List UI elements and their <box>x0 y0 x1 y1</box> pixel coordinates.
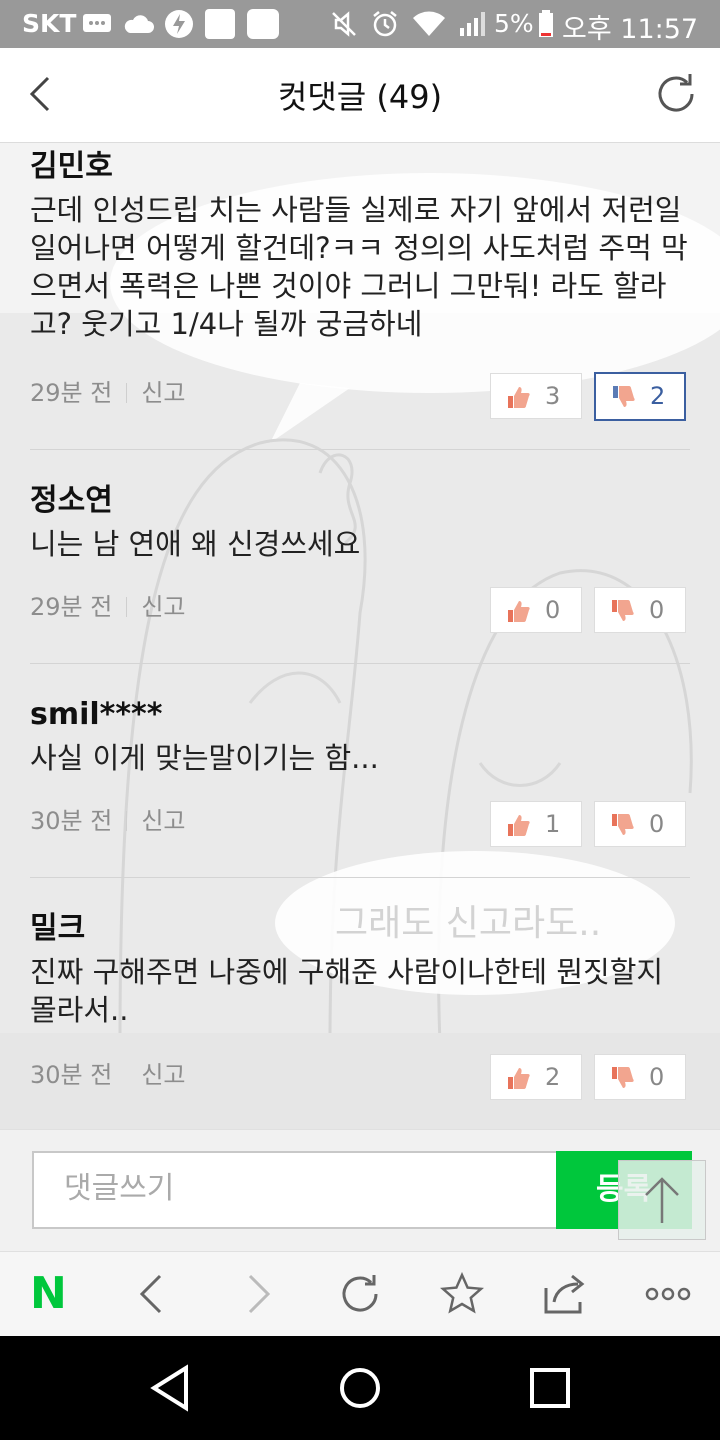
back-icon[interactable] <box>130 1272 174 1316</box>
comment-text: 근데 인성드립 치는 사람들 실제로 자기 앞에서 저런일 일어나면 어떻게 할… <box>30 193 688 341</box>
comment-text: 진짜 구해주면 나중에 구해준 사람이나한테 뭔짓할지 몰라서.. <box>30 955 664 1027</box>
comment-time: 29분 전 <box>30 593 113 621</box>
divider <box>30 663 690 664</box>
system-nav-bar <box>0 1336 720 1440</box>
cloud-icon <box>124 15 154 33</box>
comment-author: smil**** <box>30 697 163 732</box>
comment-author: 정소연 <box>30 483 113 518</box>
nav-home-icon[interactable] <box>334 1362 386 1414</box>
dislike-button[interactable]: 2 <box>594 372 686 421</box>
thumbs-up-icon <box>508 387 530 408</box>
comment-meta: 29분 전 신고 <box>30 373 186 408</box>
thumbs-up-icon <box>508 601 530 622</box>
thumbs-up-icon <box>508 1068 530 1089</box>
comment-list[interactable]: 그래도 신고라도.. 김민호 근데 인성드립 치는 사람들 실제로 자기 앞에서… <box>0 143 720 1033</box>
mute-icon <box>332 11 356 37</box>
square-icon <box>247 9 279 39</box>
refresh-button[interactable] <box>650 68 702 120</box>
comment-meta: 29분 전 신고 <box>30 587 186 622</box>
comment-item: 밀크 진짜 구해주면 나중에 구해준 사람이나한테 뭔짓할지 몰라서.. <box>30 909 690 1029</box>
divider <box>30 877 690 878</box>
share-icon[interactable] <box>542 1272 586 1316</box>
more-icon[interactable] <box>644 1272 692 1316</box>
thumbs-up-icon <box>508 815 530 836</box>
thumbs-down-icon <box>612 1067 634 1088</box>
comment-author: 김민호 <box>30 149 113 184</box>
divider <box>30 449 690 450</box>
dislike-button[interactable]: 0 <box>594 801 686 847</box>
naver-logo[interactable]: N <box>30 1269 67 1319</box>
like-button[interactable]: 3 <box>490 373 582 419</box>
square-icon <box>205 9 235 39</box>
carrier-label: SKT <box>22 9 77 38</box>
bolt-icon <box>165 10 193 38</box>
battery-icon <box>539 10 553 37</box>
comment-item: 김민호 근데 인성드립 치는 사람들 실제로 자기 앞에서 저런일 일어나면 어… <box>30 147 690 343</box>
comment-meta: 30분 전 신고 <box>30 801 186 836</box>
battery-percent: 5% <box>494 9 534 38</box>
report-link[interactable]: 신고 <box>141 807 185 835</box>
thumbs-down-icon <box>612 814 634 835</box>
nav-back-icon[interactable] <box>146 1362 198 1414</box>
like-button[interactable]: 2 <box>490 1054 582 1100</box>
report-link[interactable]: 신고 <box>141 1061 185 1089</box>
forward-icon[interactable] <box>236 1272 280 1316</box>
comment-author: 밀크 <box>30 911 86 946</box>
thumbs-down-icon <box>613 386 635 407</box>
dislike-button[interactable]: 0 <box>594 587 686 633</box>
comment-item: 정소연 니는 남 연애 왜 신경쓰세요 <box>30 481 690 563</box>
nav-recents-icon[interactable] <box>524 1362 576 1414</box>
message-icon <box>83 14 111 32</box>
arrow-up-icon <box>645 1177 679 1223</box>
comment-item: smil**** 사실 이게 맞는말이기는 함... <box>30 695 690 777</box>
alarm-icon <box>373 11 397 37</box>
dislike-button[interactable]: 0 <box>594 1054 686 1100</box>
like-button[interactable]: 1 <box>490 801 582 847</box>
comment-time: 29분 전 <box>30 379 113 407</box>
comment-input-bar: 댓글쓰기 등록 <box>0 1129 720 1252</box>
page-title: 컷댓글 (49) <box>277 78 443 116</box>
wifi-icon <box>413 11 445 36</box>
report-link[interactable]: 신고 <box>141 379 185 407</box>
comment-text: 사실 이게 맞는말이기는 함... <box>30 741 379 775</box>
report-link[interactable]: 신고 <box>141 593 185 621</box>
browser-toolbar: N <box>0 1251 720 1337</box>
comment-input[interactable]: 댓글쓰기 <box>32 1151 558 1229</box>
comment-time: 30분 전 <box>30 1061 113 1089</box>
signal-icon <box>460 12 485 36</box>
refresh-icon <box>658 74 694 112</box>
thumbs-down-icon <box>612 600 634 621</box>
comment-meta: 30분 전 신고 <box>30 1055 186 1090</box>
like-button[interactable]: 0 <box>490 587 582 633</box>
comment-time: 30분 전 <box>30 807 113 835</box>
star-icon[interactable] <box>439 1271 485 1316</box>
scroll-to-top-button[interactable] <box>618 1160 706 1240</box>
status-bar: SKT 5% 오후 11:57 <box>0 0 720 48</box>
comment-meta-band: 30분 전 신고 2 0 <box>0 1033 720 1129</box>
reload-icon[interactable] <box>338 1272 382 1316</box>
clock: 오후 11:57 <box>562 14 699 45</box>
page-header: 컷댓글 (49) <box>0 48 720 143</box>
comment-text: 니는 남 연애 왜 신경쓰세요 <box>30 527 361 561</box>
